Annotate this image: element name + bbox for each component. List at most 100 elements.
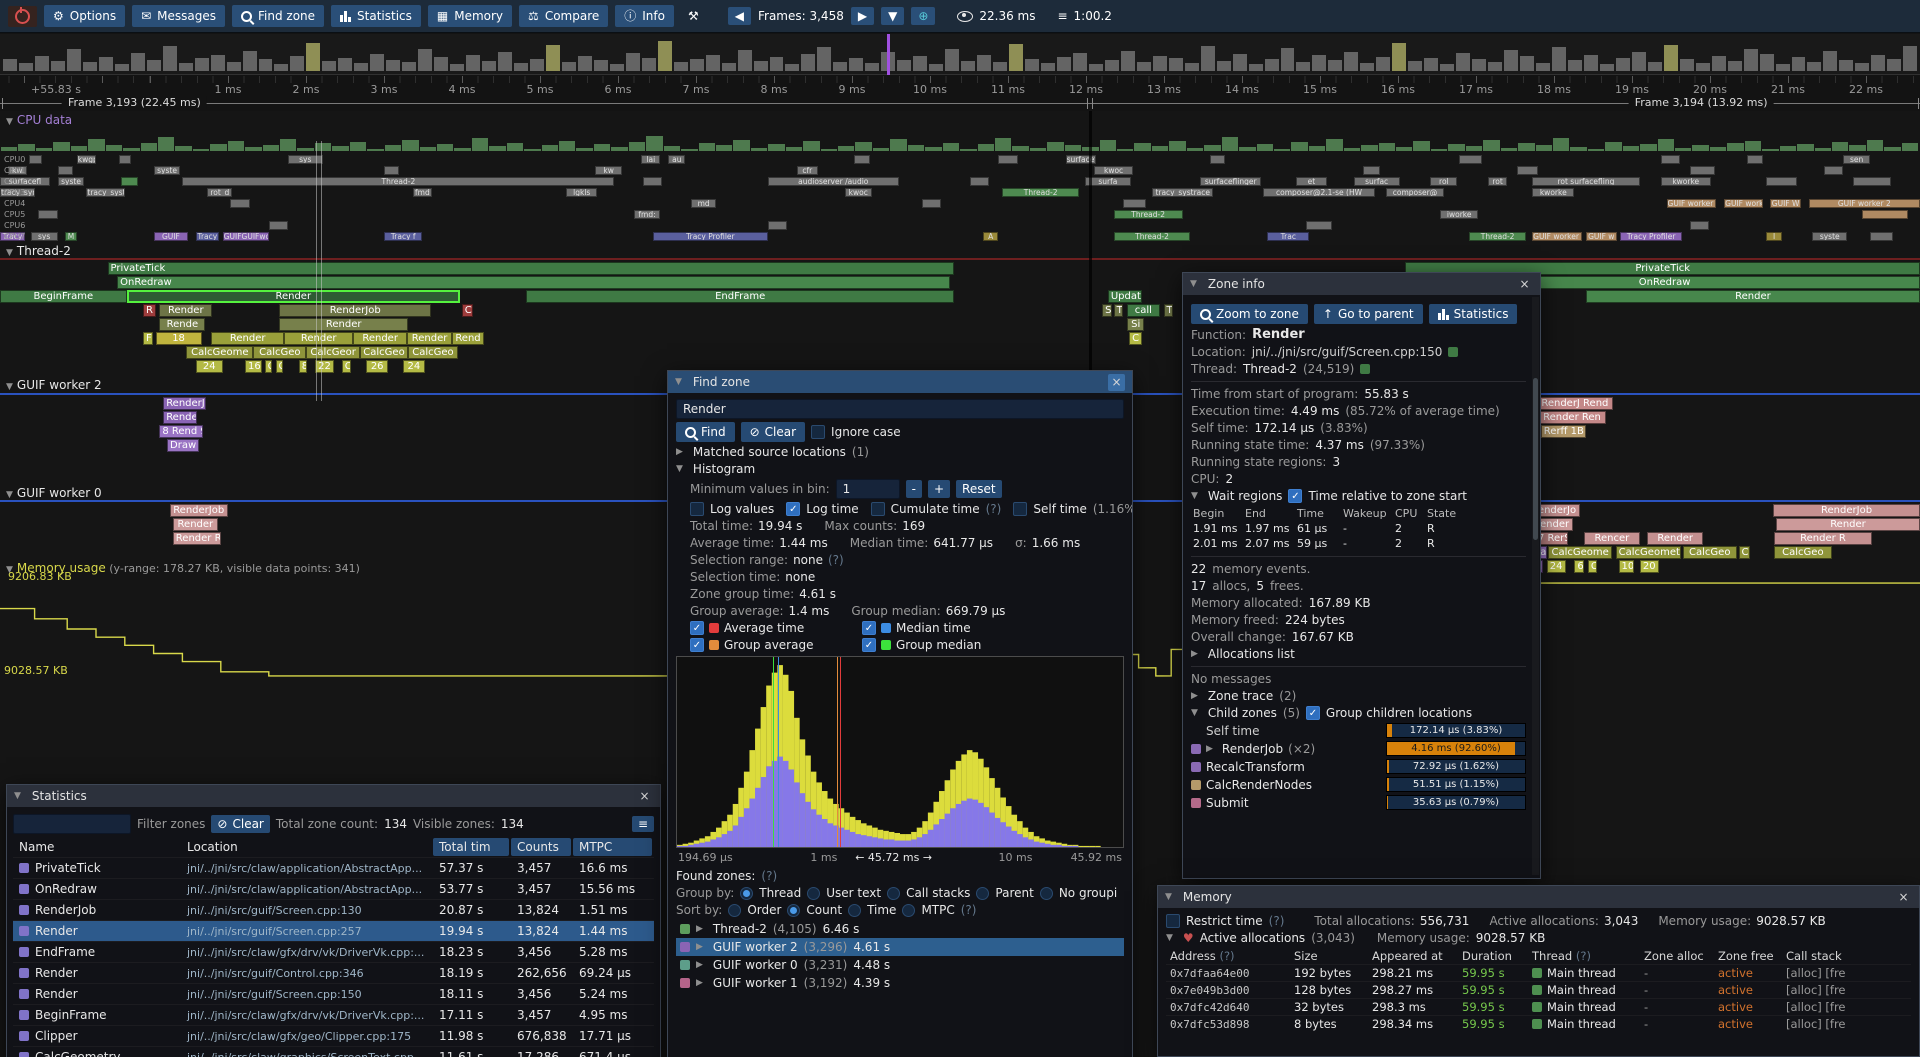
cpu-zone[interactable]: [1123, 199, 1146, 208]
cpu-zone[interactable]: GUIF: [154, 232, 189, 241]
cpu-zone[interactable]: M: [65, 232, 77, 241]
cpu-zone[interactable]: A: [983, 232, 998, 241]
wait-column-header[interactable]: Time: [1295, 506, 1341, 521]
allocations-list-header[interactable]: ▶Allocations list: [1191, 647, 1526, 661]
cpu-zone[interactable]: lai: [641, 155, 660, 164]
column-header-duration[interactable]: Duration: [1458, 948, 1528, 964]
zone[interactable]: Render: [127, 290, 460, 303]
table-row[interactable]: Renderjni/../jni/src/guif/Control.cpp:34…: [13, 962, 654, 983]
bin-minus-button[interactable]: -: [906, 480, 922, 498]
zone[interactable]: Render Re 5: [173, 532, 221, 545]
cpu-zone[interactable]: Trac: [1267, 232, 1309, 241]
allocation-call-stack[interactable]: [alloc] [fre: [1782, 982, 1911, 998]
radio-time[interactable]: [848, 904, 861, 917]
cpu-zone[interactable]: [1747, 155, 1762, 164]
radio-thread[interactable]: [740, 887, 753, 900]
zone[interactable]: Draw: [167, 439, 199, 452]
scrollbar[interactable]: [1532, 297, 1539, 875]
cpu-zone[interactable]: kworke: [1661, 177, 1711, 186]
prev-frame-button[interactable]: ◀: [728, 7, 751, 25]
cpu-zone[interactable]: iworke: [1440, 210, 1478, 219]
zone[interactable]: Rend: [452, 332, 484, 345]
cpu-zone[interactable]: sys: [31, 232, 58, 241]
column-header-zone-free[interactable]: Zone free: [1714, 948, 1782, 964]
zone[interactable]: 24: [196, 360, 223, 373]
zone[interactable]: 20: [1640, 560, 1659, 573]
bin-plus-button[interactable]: +: [928, 480, 950, 498]
cpu-zone[interactable]: rot_d: [207, 188, 232, 197]
options-button[interactable]: ⚙Options: [44, 5, 125, 27]
cpu-zone[interactable]: [29, 155, 42, 164]
button-zoom-to-zone[interactable]: Zoom to zone: [1191, 304, 1308, 324]
frame-label[interactable]: Frame 3,193 (22.45 ms): [62, 96, 207, 109]
wait-column-header[interactable]: Wakeup: [1341, 506, 1393, 521]
table-row[interactable]: RenderJobjni/../jni/src/guif/Screen.cpp:…: [13, 899, 654, 920]
section-header[interactable]: ▼GUIF worker 0: [6, 486, 102, 500]
help-icon[interactable]: (?): [828, 553, 844, 567]
allocation-call-stack[interactable]: [alloc] [fre: [1782, 965, 1911, 981]
cpu-zone[interactable]: GUIFGUIFwork: [223, 232, 269, 241]
zone[interactable]: PrivateTick: [108, 262, 955, 275]
help-icon[interactable]: (?): [1216, 949, 1235, 963]
cpu-zone[interactable]: GUIF worker 2: [1809, 199, 1920, 208]
clear-button[interactable]: ⊘Clear: [741, 422, 805, 442]
zone[interactable]: CalcGeomet: [1616, 546, 1681, 559]
checkbox-median-time[interactable]: ✓: [862, 621, 876, 635]
wait-column-header[interactable]: State: [1425, 506, 1526, 521]
allocation-row[interactable]: 0x7dfc42d64032 bytes298.3 ms59.95 sMain …: [1166, 998, 1911, 1015]
relative-time-checkbox[interactable]: ✓: [1288, 489, 1302, 503]
zone[interactable]: BeginFrame: [0, 290, 127, 303]
zone[interactable]: Render: [407, 332, 452, 345]
table-row[interactable]: CalcGeometryjni/../jni/src/claw/graphics…: [13, 1046, 654, 1057]
zone[interactable]: Render: [173, 518, 218, 531]
zone[interactable]: Render: [279, 318, 408, 331]
zone[interactable]: 10: [1619, 560, 1634, 573]
zone[interactable]: Render: [1776, 518, 1920, 531]
cpu-zone[interactable]: I: [1766, 232, 1781, 241]
child-zone-row[interactable]: Self time172.14 µs (3.83%): [1191, 723, 1526, 738]
cpu-zone[interactable]: fmd:: [634, 210, 661, 219]
zone[interactable]: RenderJob: [1773, 504, 1920, 517]
table-row[interactable]: Renderjni/../jni/src/guif/Screen.cpp:150…: [13, 983, 654, 1004]
radio-mtpc[interactable]: [902, 904, 915, 917]
cpu-zone[interactable]: [1306, 221, 1333, 230]
frame-minimap[interactable]: [0, 34, 1920, 75]
find-button[interactable]: Find: [676, 422, 735, 442]
goto-frame-button[interactable]: ⊕: [911, 7, 935, 25]
column-header-appeared-at[interactable]: Appeared at: [1368, 948, 1458, 964]
zone[interactable]: Rencer: [1584, 532, 1640, 545]
cpu-zone[interactable]: Tracy f: [384, 232, 422, 241]
section-header[interactable]: ▼Memory usage (y-range: 178.27 KB, visib…: [6, 561, 360, 575]
child-zone-row[interactable]: Submit35.63 µs (0.79%): [1191, 795, 1526, 810]
zone[interactable]: 26: [366, 360, 388, 373]
zone[interactable]: Rende: [163, 411, 197, 424]
statistics-button[interactable]: Statistics: [331, 5, 421, 27]
zone[interactable]: 16: [245, 360, 262, 373]
zone[interactable]: Render Ren: [1538, 411, 1606, 424]
current-frame-marker[interactable]: [887, 34, 890, 75]
cpu-zone[interactable]: kworke: [1532, 188, 1574, 197]
cpu-zone[interactable]: Thread-2: [1114, 232, 1191, 241]
zone[interactable]: Rende: [159, 318, 205, 331]
wait-column-header[interactable]: End: [1243, 506, 1295, 521]
allocation-row[interactable]: 0x7e049b3d00128 bytes298.27 ms59.95 sMai…: [1166, 981, 1911, 998]
cpu-zone[interactable]: lgkls: [566, 188, 597, 197]
help-icon[interactable]: (?): [1572, 949, 1591, 963]
cpu-zone[interactable]: GUIF worker 2: [1532, 232, 1582, 241]
cpu-zone[interactable]: [38, 210, 57, 219]
wait-column-header[interactable]: Begin: [1191, 506, 1243, 521]
zone[interactable]: CalcGeome: [186, 346, 253, 359]
found-zone-row[interactable]: ▶GUIF worker 1(3,192)4.39 s: [676, 974, 1124, 992]
cpu-zone[interactable]: [643, 177, 662, 186]
restrict-time-checkbox[interactable]: [1166, 914, 1180, 928]
cpu-zone[interactable]: [384, 166, 399, 175]
cpu-zone[interactable]: [1210, 155, 1225, 164]
table-row[interactable]: OnRedrawjni/../jni/src/claw/application/…: [13, 878, 654, 899]
cpu-zone[interactable]: [1870, 232, 1893, 241]
cpu-zone[interactable]: syste: [154, 166, 181, 175]
cpu-zone[interactable]: sen: [1843, 155, 1870, 164]
cpu-zone[interactable]: [230, 199, 249, 208]
memory-titlebar[interactable]: ▼ Memory ×: [1158, 886, 1919, 908]
collapse-icon[interactable]: ▼: [1190, 279, 1197, 289]
zone-time-histogram[interactable]: [676, 656, 1124, 848]
